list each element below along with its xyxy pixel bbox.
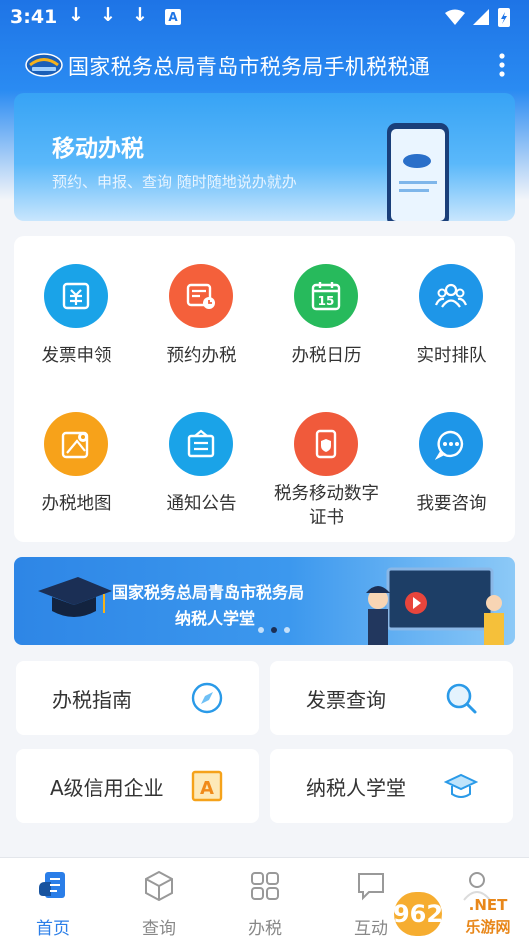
calendar-icon: 15 [294, 264, 358, 328]
service-label: 预约办税 [166, 346, 237, 366]
search-icon [446, 683, 477, 714]
map-icon [44, 412, 108, 476]
wifi-icon [445, 9, 465, 25]
service-label: 通知公告 [166, 494, 237, 514]
mobile-tax-banner[interactable]: 移动办税 预约、申报、查询 随时随地说办就办 [14, 93, 515, 221]
notice-icon [169, 412, 233, 476]
quick-link-label: A级信用企业 [50, 776, 164, 800]
service-label: 发票申领 [41, 346, 112, 366]
service-label: 办税地图 [41, 494, 112, 514]
quick-link-label: 纳税人学堂 [306, 776, 406, 800]
service-label: 税务移动数字 证书 [274, 484, 379, 528]
service-appointment[interactable]: 预约办税 [139, 236, 264, 376]
nav-home[interactable]: 首页 [0, 858, 106, 942]
nav-label: 办税 [248, 919, 282, 939]
school-banner-line2: 纳税人学堂 [175, 609, 256, 628]
app-bar: 国家税务总局青岛市税务局手机税税通 [0, 44, 529, 88]
app-logo-icon [25, 53, 63, 77]
service-label: 办税日历 [291, 346, 362, 366]
watermark-logo: 962 .NET 乐游网 [388, 888, 529, 942]
grid-icon [251, 872, 279, 900]
credit-a-icon: A [191, 770, 223, 802]
service-invoice-apply[interactable]: 发票申领 [14, 236, 139, 376]
nav-query[interactable]: 查询 [106, 858, 212, 942]
service-calendar[interactable]: 15 办税日历 [264, 236, 389, 376]
quick-link-label: 发票查询 [306, 688, 386, 712]
nav-label: 查询 [142, 919, 176, 939]
nav-handle-tax[interactable]: 办税 [212, 858, 318, 942]
service-queue[interactable]: 实时排队 [389, 236, 514, 376]
svg-text:.NET: .NET [469, 896, 508, 914]
taxpayer-school-card[interactable]: 纳税人学堂 [270, 749, 513, 823]
nav-label: 首页 [36, 919, 70, 939]
tax-guide-card[interactable]: 办税指南 [16, 661, 259, 735]
more-menu-icon[interactable] [497, 52, 507, 78]
service-grid: 发票申领 预约办税 15 办税日历 实时排队 办税地图 通知公告 税务移动数字 … [14, 236, 515, 542]
service-digital-cert[interactable]: 税务移动数字 证书 [264, 384, 389, 528]
chat-icon [419, 412, 483, 476]
service-map[interactable]: 办税地图 [14, 384, 139, 524]
banner-title: 移动办税 [52, 136, 144, 162]
cube-icon [145, 870, 173, 902]
service-notice[interactable]: 通知公告 [139, 384, 264, 524]
taxpayer-school-banner[interactable]: 国家税务总局青岛市税务局 纳税人学堂 [14, 557, 515, 645]
service-label: 实时排队 [416, 346, 487, 366]
queue-icon [419, 264, 483, 328]
teacher-illustration-icon [366, 567, 504, 645]
invoice-query-card[interactable]: 发票查询 [270, 661, 513, 735]
service-consult[interactable]: 我要咨询 [389, 384, 514, 524]
download-icon: ↓ [100, 4, 116, 26]
appointment-icon [169, 264, 233, 328]
signal-icon [473, 9, 489, 25]
download-icon: ↓ [132, 4, 148, 26]
invoice-apply-icon [44, 264, 108, 328]
accessibility-icon: A [165, 9, 181, 25]
digital-cert-icon [294, 412, 358, 476]
banner-subtitle: 预约、申报、查询 随时随地说办就办 [52, 173, 297, 191]
compass-icon [191, 682, 223, 714]
svg-text:962: 962 [393, 900, 443, 928]
svg-text:15: 15 [318, 294, 335, 308]
svg-text:A: A [200, 778, 214, 799]
a-credit-enterprise-card[interactable]: A级信用企业 A [16, 749, 259, 823]
school-banner-line1: 国家税务总局青岛市税务局 [112, 583, 305, 602]
status-time: 3:41 [10, 6, 58, 28]
app-title: 国家税务总局青岛市税务局手机税税通 [68, 55, 431, 79]
home-icon [39, 872, 65, 898]
download-icon: ↓ [68, 4, 84, 26]
graduation-cap-icon [444, 773, 478, 798]
status-icons [445, 8, 510, 27]
message-icon [358, 873, 384, 901]
svg-text:乐游网: 乐游网 [465, 918, 510, 936]
carousel-dots [254, 627, 294, 637]
status-bar: 3:41 ↓ ↓ ↓ A [0, 0, 529, 36]
quick-link-label: 办税指南 [52, 688, 132, 712]
phone-illustration-icon [387, 123, 449, 221]
service-label: 我要咨询 [416, 494, 487, 514]
graduation-cap-icon [38, 577, 112, 617]
